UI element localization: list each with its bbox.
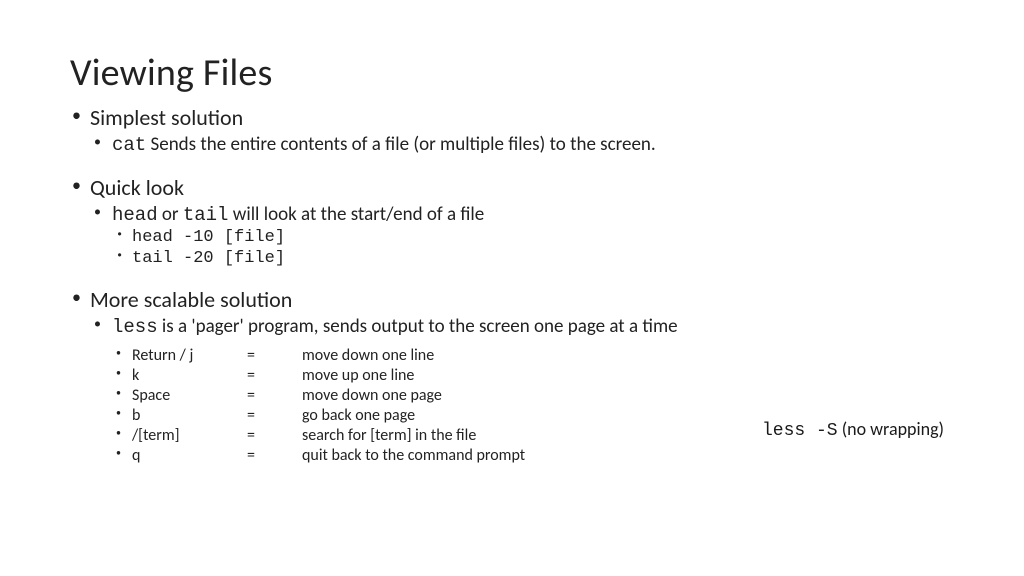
section-heading: Quick look [90,174,184,201]
key-row: Return / j=move down one line [112,346,954,365]
content-outline: Simplest solution cat Sends the entire c… [70,104,954,465]
simplest-text: Sends the entire contents of a file (or … [146,133,656,156]
cmd-less: less [112,316,158,338]
key-row: k=move up one line [112,366,954,385]
key-row: q=quit back to the command prompt [112,446,954,465]
quicklook-or: or [158,203,183,226]
example-tail: tail -20 [file] [112,249,954,268]
section-quicklook: Quick look head or tail will look at the… [70,174,954,268]
cmd-less-s: less -S [762,421,838,441]
section-simplest: Simplest solution cat Sends the entire c… [70,104,954,156]
slide-title: Viewing Files [70,50,954,96]
less-no-wrap-note: less -S (no wrapping) [762,418,944,441]
scalable-desc: less is a 'pager' program, sends output … [90,315,954,465]
scalable-text: is a 'pager' program, sends output to th… [158,315,678,338]
cmd-head: head [112,204,158,226]
simplest-desc: cat Sends the entire contents of a file … [90,133,954,156]
key-row: Space=move down one page [112,386,954,405]
less-key-table: Return / j=move down one line k=move up … [112,346,954,465]
less-no-wrap-text: (no wrapping) [838,418,944,440]
example-head: head -10 [file] [112,228,954,247]
cmd-cat: cat [112,134,146,156]
cmd-tail: tail [183,204,229,226]
quicklook-text: will look at the start/end of a file [228,203,484,226]
section-heading: More scalable solution [90,286,292,313]
quicklook-desc: head or tail will look at the start/end … [90,203,954,268]
section-heading: Simplest solution [90,104,243,131]
